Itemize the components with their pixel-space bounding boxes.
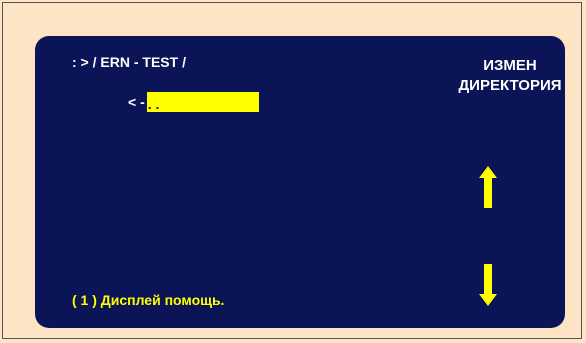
arrow-up-icon[interactable] bbox=[479, 166, 497, 208]
current-path: : > / ERN - TEST / bbox=[72, 54, 186, 70]
title-line-1: ИЗМЕН bbox=[483, 57, 537, 74]
help-hint: ( 1 ) Дисплей помощь. bbox=[72, 292, 225, 308]
arrow-down-icon-graphic bbox=[479, 264, 497, 306]
parent-marker: < - bbox=[128, 94, 145, 110]
screen-title: ИЗМЕН ДИРЕКТОРИЯ bbox=[455, 56, 565, 96]
outer-frame: : > / ERN - TEST / < - . . ИЗМЕН ДИРЕКТО… bbox=[2, 2, 582, 339]
selected-entry-highlight[interactable]: . . bbox=[146, 92, 259, 112]
arrow-down-icon[interactable] bbox=[479, 264, 497, 306]
arrow-up-icon-graphic bbox=[479, 166, 497, 208]
directory-entry-parent[interactable]: < - . . bbox=[128, 92, 259, 112]
terminal-screen: : > / ERN - TEST / < - . . ИЗМЕН ДИРЕКТО… bbox=[35, 36, 565, 328]
title-line-2: ДИРЕКТОРИЯ bbox=[458, 77, 562, 94]
